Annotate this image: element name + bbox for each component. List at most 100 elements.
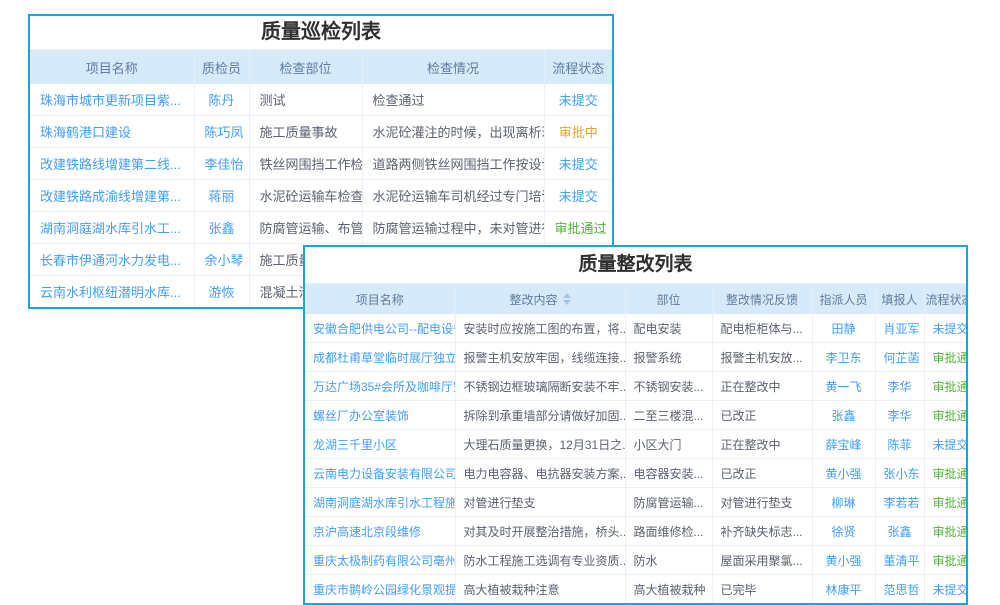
cell-status: 审批通过 [924,343,966,372]
cell-feedback: 配电柜柜体与... [712,314,812,343]
cell-feedback: 已完毕 [712,575,812,604]
cell-reporter[interactable]: 范思哲 [875,575,924,604]
cell-assignee[interactable]: 柳琳 [812,488,875,517]
table-row: 改建铁路成渝线增建第...蒋丽水泥砼运输车检查水泥砼运输车司机经过专门培训...… [30,180,612,212]
cell-inspector[interactable]: 余小琴 [194,244,249,276]
table-row: 珠海鹤港口建设陈巧凤施工质量事故水泥砼灌注的时候，出现离析现象审批中 [30,116,612,148]
cell-reporter[interactable]: 何芷菡 [875,343,924,372]
cell-assignee[interactable]: 林康平 [812,575,875,604]
column-header-label: 项目名称 [86,61,138,76]
sort-caret-icon[interactable] [563,293,571,305]
cell-content: 防水工程施工选调有专业资质... [455,546,625,575]
cell-reporter[interactable]: 张鑫 [875,517,924,546]
cell-project-name[interactable]: 重庆市鹅岭公园绿化景观提升... [305,575,455,604]
cell-status: 未提交 [924,430,966,459]
cell-project-name[interactable]: 重庆太极制药有限公司亳州中... [305,546,455,575]
cell-project-name[interactable]: 云南电力设备安装有限公司20... [305,459,455,488]
cell-content: 报警主机安放牢固，线缆连接... [455,343,625,372]
cell-part: 不锈钢安装... [625,372,712,401]
cell-part: 报警系统 [625,343,712,372]
cell-reporter[interactable]: 张小东 [875,459,924,488]
table-row: 湖南洞庭湖水库引水工程施工标对管进行垫支防腐管运输...对管进行垫支柳琳李若若审… [305,488,966,517]
cell-project-name[interactable]: 珠海市城市更新项目紫... [30,84,194,116]
cell-reporter[interactable]: 陈菲 [875,430,924,459]
cell-part: 铁丝网围挡工作检查 [249,148,362,180]
cell-status: 未提交 [924,575,966,604]
table-row: 改建铁路线增建第二线...李佳怡铁丝网围挡工作检查道路两侧铁丝网围挡工作按设计.… [30,148,612,180]
cell-assignee[interactable]: 李卫东 [812,343,875,372]
cell-project-name[interactable]: 云南水利枢纽潜明水库... [30,276,194,308]
table-row: 湖南洞庭湖水库引水工...张鑫防腐管运输、布管防腐管运输过程中，未对管进行...… [30,212,612,244]
cell-status: 审批通过 [544,212,612,244]
cell-project-name[interactable]: 湖南洞庭湖水库引水工程施工标 [305,488,455,517]
table-row: 京沪高速北京段维修对其及时开展整治措施，桥头...路面维修检...补齐缺失标志.… [305,517,966,546]
cell-project-name[interactable]: 改建铁路成渝线增建第... [30,180,194,212]
cell-status: 审批中 [544,116,612,148]
cell-assignee[interactable]: 黄一飞 [812,372,875,401]
cell-project-name[interactable]: 改建铁路线增建第二线... [30,148,194,180]
column-header-label: 部位 [656,293,680,307]
cell-project-name[interactable]: 湖南洞庭湖水库引水工... [30,212,194,244]
cell-feedback: 正在整改中 [712,372,812,401]
cell-status: 未提交 [544,180,612,212]
column-header-label: 指派人员 [819,293,867,307]
cell-inspector[interactable]: 陈丹 [194,84,249,116]
cell-inspector[interactable]: 蒋丽 [194,180,249,212]
cell-reporter[interactable]: 李华 [875,372,924,401]
cell-project-name[interactable]: 螺丝厂办公室装饰 [305,401,455,430]
column-header-project-name: 项目名称 [30,50,194,84]
cell-feedback: 正在整改中 [712,430,812,459]
cell-assignee[interactable]: 徐贤 [812,517,875,546]
table-row: 龙湖三千里小区大理石质量更换，12月31日之...小区大门正在整改中薛宝峰陈菲未… [305,430,966,459]
column-header-part: 部位 [625,284,712,314]
rectification-table-title: 质量整改列表 [305,247,966,284]
cell-part: 施工质量事故 [249,116,362,148]
cell-status: 未提交 [544,84,612,116]
table-row: 珠海市城市更新项目紫...陈丹测试检查通过未提交 [30,84,612,116]
column-header-situation: 检查情况 [362,50,544,84]
cell-assignee[interactable]: 田静 [812,314,875,343]
column-header-content[interactable]: 整改内容 [455,284,625,314]
column-header-label: 流程状态 [552,61,604,76]
cell-status: 审批通过 [924,459,966,488]
cell-reporter[interactable]: 董清平 [875,546,924,575]
cell-status: 审批通过 [924,372,966,401]
column-header-part: 检查部位 [249,50,362,84]
cell-part: 二至三楼混... [625,401,712,430]
cell-feedback: 已改正 [712,401,812,430]
cell-assignee[interactable]: 黄小强 [812,546,875,575]
cell-project-name[interactable]: 龙湖三千里小区 [305,430,455,459]
cell-feedback: 对管进行垫支 [712,488,812,517]
cell-reporter[interactable]: 李若若 [875,488,924,517]
cell-reporter[interactable]: 李华 [875,401,924,430]
cell-assignee[interactable]: 薛宝峰 [812,430,875,459]
cell-inspector[interactable]: 游恢 [194,276,249,308]
column-header-label: 填报人 [881,293,917,307]
column-header-feedback: 整改情况反馈 [712,284,812,314]
cell-project-name[interactable]: 万达广场35#会所及咖啡厅空... [305,372,455,401]
column-header-label: 检查部位 [279,61,331,76]
column-header-reporter: 填报人 [875,284,924,314]
column-header-project-name: 项目名称 [305,284,455,314]
cell-project-name[interactable]: 京沪高速北京段维修 [305,517,455,546]
cell-part: 路面维修检... [625,517,712,546]
cell-status: 审批通过 [924,546,966,575]
cell-inspector[interactable]: 李佳怡 [194,148,249,180]
cell-project-name[interactable]: 长春市伊通河水力发电... [30,244,194,276]
cell-project-name[interactable]: 成都杜甫草堂临时展厅独立展... [305,343,455,372]
cell-project-name[interactable]: 珠海鹤港口建设 [30,116,194,148]
cell-reporter[interactable]: 肖亚军 [875,314,924,343]
cell-situation: 水泥砼灌注的时候，出现离析现象 [362,116,544,148]
column-header-label: 流程状态 [926,293,967,307]
cell-status: 审批通过 [924,488,966,517]
table-row: 成都杜甫草堂临时展厅独立展...报警主机安放牢固，线缆连接...报警系统报警主机… [305,343,966,372]
cell-inspector[interactable]: 张鑫 [194,212,249,244]
cell-feedback: 报警主机安放... [712,343,812,372]
cell-inspector[interactable]: 陈巧凤 [194,116,249,148]
cell-part: 防水 [625,546,712,575]
cell-assignee[interactable]: 黄小强 [812,459,875,488]
cell-assignee[interactable]: 张鑫 [812,401,875,430]
rectification-table: 项目名称整改内容 部位 整改情况反馈指派人员填报人流程状态 安徽合肥供电公司--配电… [305,284,966,603]
cell-situation: 防腐管运输过程中，未对管进行... [362,212,544,244]
cell-project-name[interactable]: 安徽合肥供电公司--配电设备... [305,314,455,343]
